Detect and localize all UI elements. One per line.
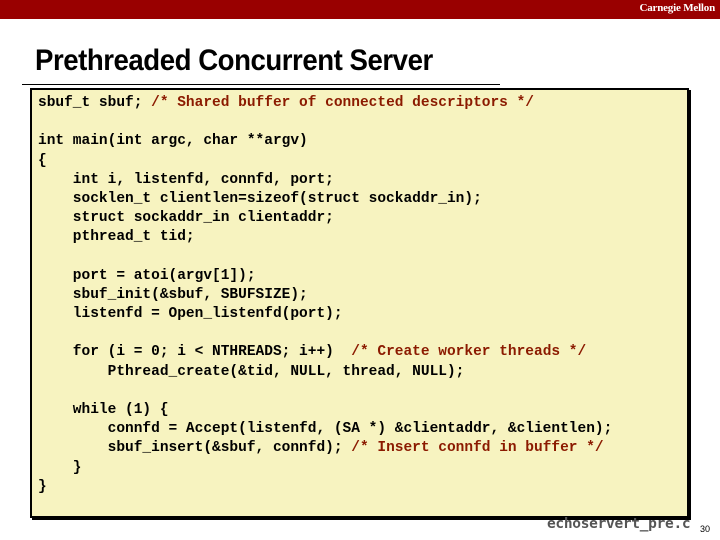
code-comment: /* Insert connfd in buffer */ xyxy=(351,440,604,457)
code-line: } xyxy=(38,478,612,497)
header-bar: Carnegie Mellon xyxy=(0,0,720,19)
code-text: int main(int argc, char **argv) xyxy=(38,133,308,150)
code-line: listenfd = Open_listenfd(port); xyxy=(38,305,612,324)
code-line: int i, listenfd, connfd, port; xyxy=(38,171,612,190)
code-line: { xyxy=(38,152,612,171)
source-filename: echoservert_pre.c xyxy=(547,516,691,532)
brand-label: Carnegie Mellon xyxy=(639,2,715,14)
code-text: } xyxy=(38,478,47,495)
code-text: Pthread_create(&tid, NULL, thread, NULL)… xyxy=(38,363,465,380)
code-text: sbuf_init(&sbuf, SBUFSIZE); xyxy=(38,286,308,303)
code-text: connfd = Accept(listenfd, (SA *) &client… xyxy=(38,421,613,438)
code-line: for (i = 0; i < NTHREADS; i++) /* Create… xyxy=(38,343,612,362)
code-line: struct sockaddr_in clientaddr; xyxy=(38,209,612,228)
code-line: port = atoi(argv[1]); xyxy=(38,267,612,286)
code-box: sbuf_t sbuf; /* Shared buffer of connect… xyxy=(30,88,689,518)
code-text: pthread_t tid; xyxy=(38,229,195,246)
code-text: { xyxy=(38,152,47,169)
code-text: int i, listenfd, connfd, port; xyxy=(38,171,334,188)
code-text: listenfd = Open_listenfd(port); xyxy=(38,306,343,323)
code-comment: /* Create worker threads */ xyxy=(351,344,587,361)
code-line: while (1) { xyxy=(38,401,612,420)
code-line: sbuf_insert(&sbuf, connfd); /* Insert co… xyxy=(38,439,612,458)
code-text: while (1) { xyxy=(38,402,169,418)
slide-title: Prethreaded Concurrent Server xyxy=(35,44,433,77)
code-line: Pthread_create(&tid, NULL, thread, NULL)… xyxy=(38,363,612,382)
code-line: } xyxy=(38,459,612,478)
code-text: sbuf_insert(&sbuf, connfd); xyxy=(38,440,352,457)
code-line: int main(int argc, char **argv) xyxy=(38,132,612,151)
page-number: 30 xyxy=(700,524,711,534)
code-line: connfd = Accept(listenfd, (SA *) &client… xyxy=(38,420,613,439)
code-text: socklen_t clientlen=sizeof(struct sockad… xyxy=(38,190,482,207)
code-text: struct sockaddr_in clientaddr; xyxy=(38,210,334,227)
code-comment: /* Shared buffer of connected descriptor… xyxy=(151,95,534,111)
title-divider xyxy=(22,84,500,85)
code-line: sbuf_t sbuf; /* Shared buffer of connect… xyxy=(38,94,612,113)
code-line: sbuf_init(&sbuf, SBUFSIZE); xyxy=(38,286,612,305)
code-line: socklen_t clientlen=sizeof(struct sockad… xyxy=(38,190,612,209)
code-text: sbuf_t sbuf; xyxy=(38,95,152,111)
code-text: for (i = 0; i < NTHREADS; i++) xyxy=(38,344,352,361)
code-text: port = atoi(argv[1]); xyxy=(38,267,256,284)
code-block: sbuf_t sbuf; /* Shared buffer of connect… xyxy=(38,94,612,497)
code-line: pthread_t tid; xyxy=(38,228,612,247)
code-text: } xyxy=(38,459,82,476)
